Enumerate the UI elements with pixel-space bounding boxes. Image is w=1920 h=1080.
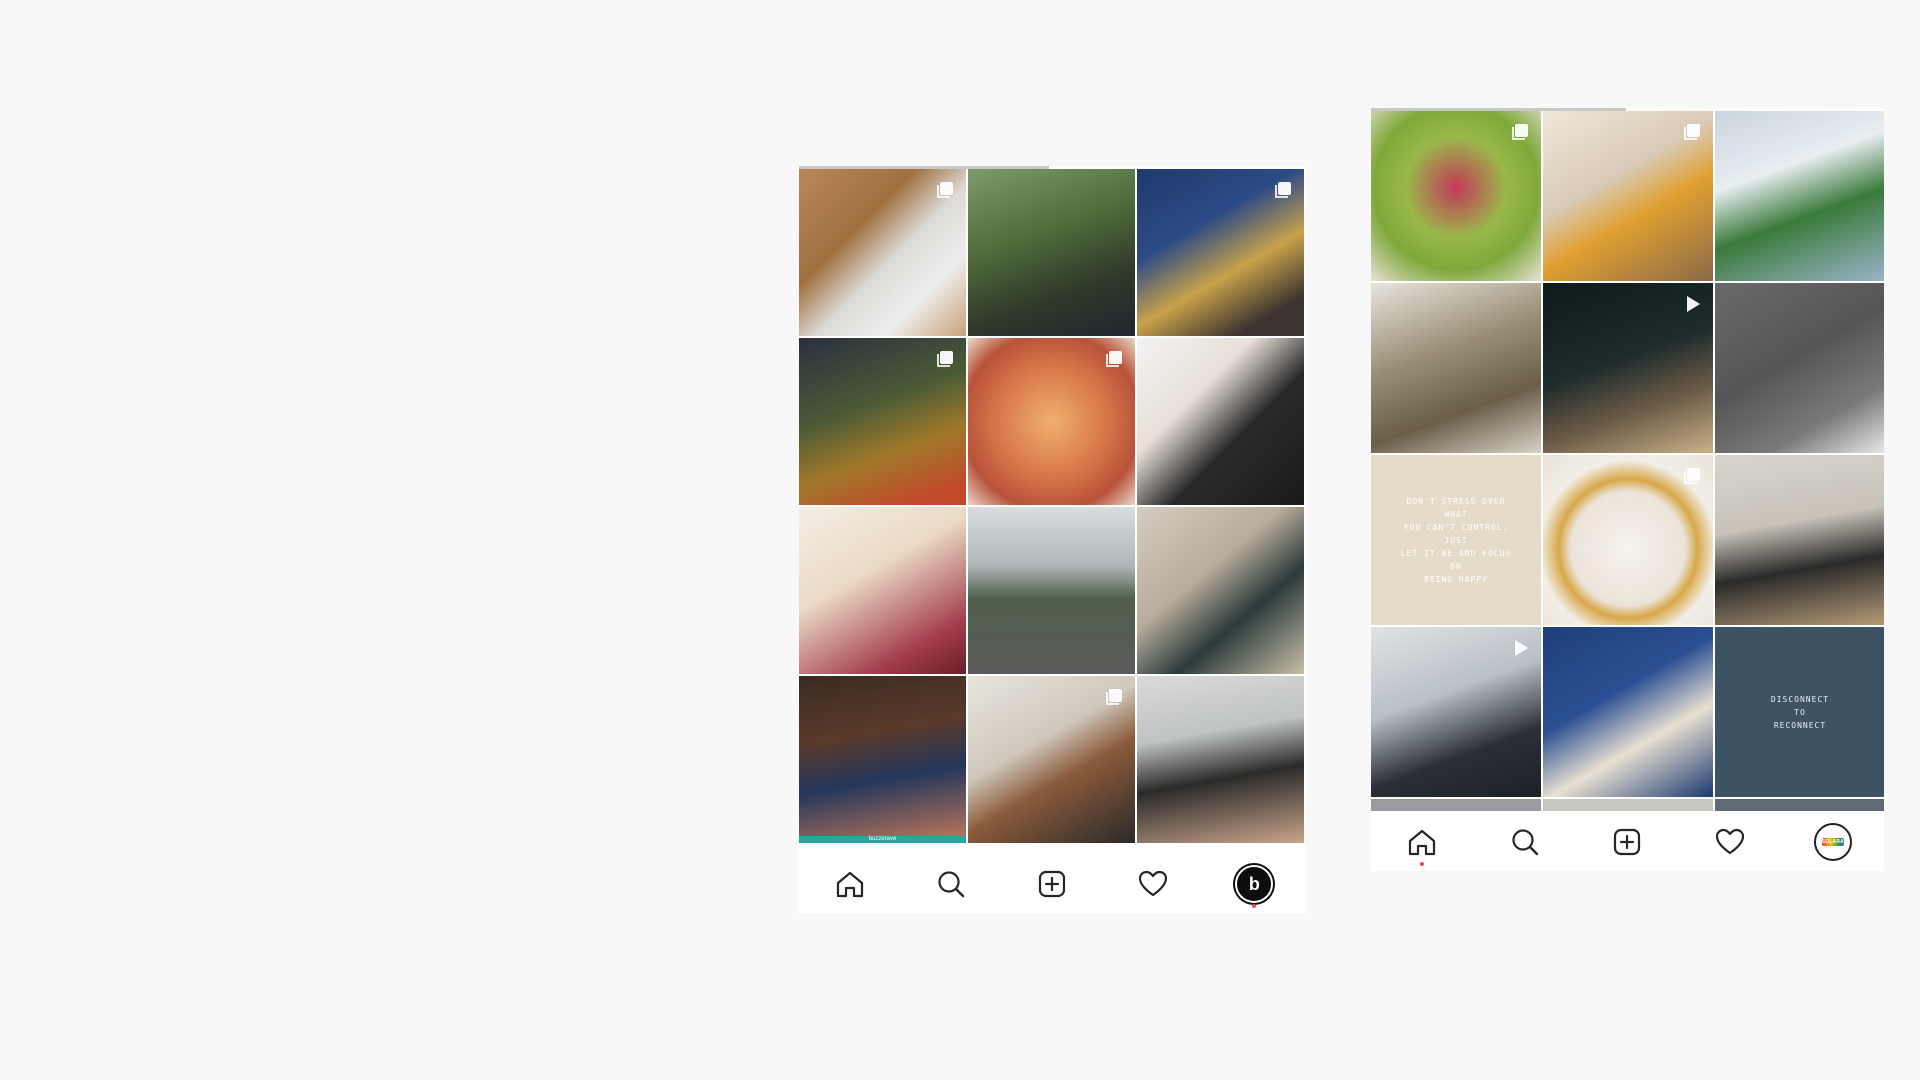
multi-icon — [1103, 348, 1125, 370]
heart-icon — [1139, 870, 1168, 897]
tile-kitchen-couple[interactable] — [968, 676, 1135, 843]
tile-road-woman[interactable] — [968, 507, 1135, 674]
right-photo-grid: DON'T STRESS OVER WHAT YOU CAN'T CONTROL… — [1371, 111, 1884, 811]
multi-icon — [934, 179, 956, 201]
avatar: SOLARAY — [1813, 823, 1852, 861]
home-icon — [1409, 829, 1436, 856]
quote-text: DON'T STRESS OVER WHAT YOU CAN'T CONTROL… — [1400, 496, 1512, 584]
tile-shell-capsules[interactable] — [1543, 455, 1713, 625]
left-photo-grid: buzzerave — [799, 169, 1305, 843]
play-icon — [1509, 637, 1531, 659]
left-bottom-nav: b — [799, 855, 1305, 913]
tile-garden-filming[interactable] — [968, 169, 1135, 336]
tile-blue-table-bottles[interactable] — [1543, 627, 1713, 797]
multi-icon — [1103, 686, 1125, 708]
tile-smoothie-bowl[interactable] — [1371, 111, 1541, 281]
tile-partial-2[interactable] — [1543, 799, 1713, 811]
search-tab[interactable] — [931, 864, 971, 904]
tile-night-pills-video[interactable] — [1543, 283, 1713, 453]
tile-partial-3[interactable] — [1715, 799, 1884, 811]
right-bottom-nav: SOLARAY — [1371, 813, 1884, 871]
quote-text: DISCONNECT TO RECONNECT — [1770, 694, 1830, 730]
tile-lemon-water-hand[interactable] — [1543, 111, 1713, 281]
multi-icon — [1681, 121, 1703, 143]
home-icon — [836, 871, 863, 898]
tile-market-woman[interactable] — [799, 338, 966, 505]
multi-icon — [1509, 121, 1531, 143]
solaray-logo: SOLARAY — [1821, 838, 1848, 846]
new-post-tab[interactable] — [1032, 864, 1072, 904]
multi-icon — [1272, 179, 1294, 201]
tile-partial-1[interactable] — [1371, 799, 1541, 811]
new-post-tab[interactable] — [1607, 822, 1647, 862]
tile-disconnect-quote[interactable]: DISCONNECT TO RECONNECT — [1715, 627, 1884, 797]
tile-gastromand-books[interactable] — [1137, 507, 1304, 674]
tile-blonde-portrait[interactable] — [799, 507, 966, 674]
right-profile-screen: DON'T STRESS OVER WHAT YOU CAN'T CONTROL… — [1371, 108, 1884, 871]
play-icon — [1681, 293, 1703, 315]
tile-christmas-sweaters[interactable]: buzzerave — [799, 676, 966, 843]
active-dot — [1420, 862, 1425, 866]
tile-cal-mag-bottle[interactable] — [1715, 111, 1884, 281]
heart-icon — [1715, 828, 1745, 855]
search-icon — [1512, 829, 1539, 856]
home-tab[interactable] — [830, 864, 870, 904]
search-tab[interactable] — [1505, 822, 1545, 862]
activity-tab[interactable] — [1710, 822, 1750, 862]
tile-two-women[interactable] — [1137, 338, 1304, 505]
tile-yoga-woman[interactable] — [1715, 455, 1884, 625]
tile-group-photo[interactable] — [1137, 676, 1304, 843]
active-dot — [1252, 904, 1257, 908]
tile-foot-bath[interactable] — [799, 169, 966, 336]
left-profile-screen: buzzerave b — [799, 166, 1305, 913]
tile-pastry[interactable] — [968, 338, 1135, 505]
tile-caption: buzzerave — [799, 836, 966, 843]
avatar: b — [1235, 865, 1274, 903]
add-post-icon — [1038, 870, 1066, 898]
profile-tab[interactable]: SOLARAY — [1813, 822, 1853, 862]
tile-wellness-bottle-video[interactable] — [1371, 627, 1541, 797]
avatar-letter: b — [1248, 873, 1260, 894]
tile-kid-pills-carpet[interactable] — [1715, 283, 1884, 453]
tile-dont-stress-quote[interactable]: DON'T STRESS OVER WHAT YOU CAN'T CONTROL… — [1371, 455, 1541, 625]
profile-tab[interactable]: b — [1234, 864, 1274, 908]
activity-tab[interactable] — [1133, 864, 1173, 904]
search-icon — [938, 871, 964, 898]
add-post-icon — [1614, 828, 1641, 856]
home-tab[interactable] — [1402, 822, 1442, 866]
multi-icon — [934, 348, 956, 370]
tile-woman-supplements[interactable] — [1371, 283, 1541, 453]
tile-restaurant-men[interactable] — [1137, 169, 1304, 336]
multi-icon — [1681, 465, 1703, 487]
